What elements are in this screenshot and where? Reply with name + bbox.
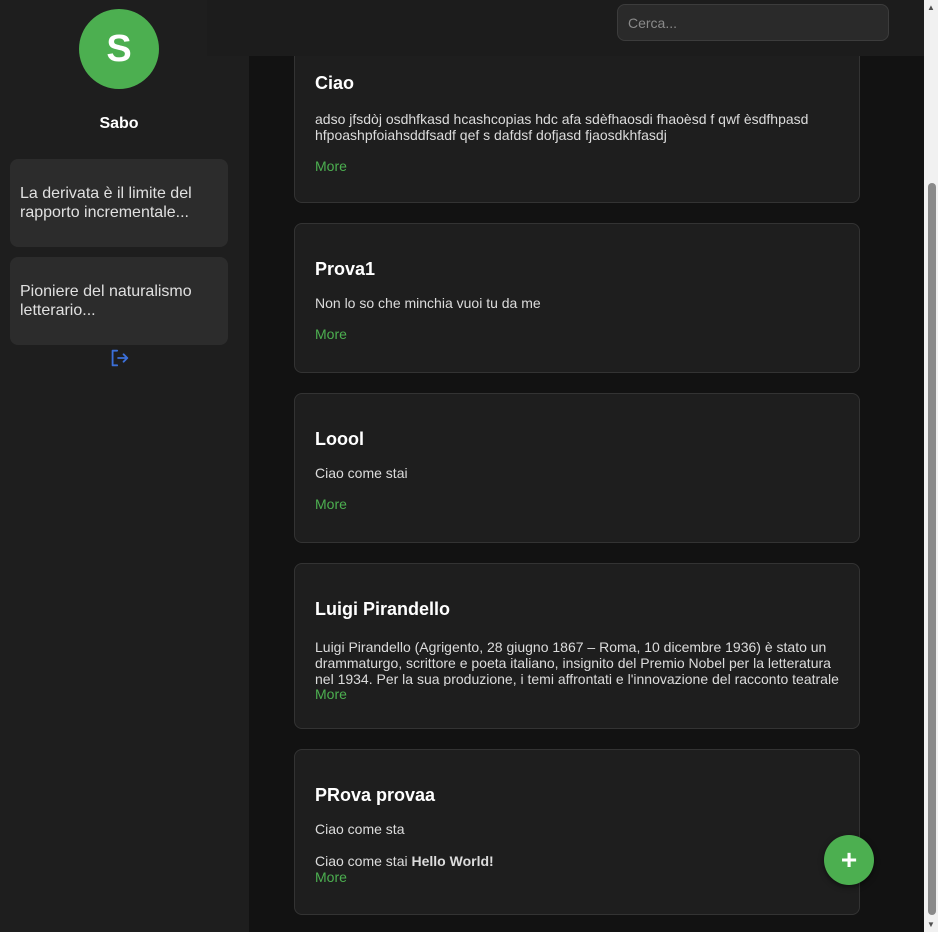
sidebar-note-label: La derivata è il limite del rapporto inc… bbox=[20, 185, 192, 221]
sidebar-note-card[interactable]: La derivata è il limite del rapporto inc… bbox=[10, 159, 228, 247]
post-body: Non lo so che minchia vuoi tu da me bbox=[315, 295, 541, 311]
post-body: adso jfsdòj osdhfkasd hcashcopias hdc af… bbox=[315, 111, 809, 143]
more-link[interactable]: More bbox=[315, 686, 347, 702]
post-body-line: Ciao come stai Hello World! bbox=[315, 853, 839, 869]
logout-icon[interactable] bbox=[108, 347, 130, 369]
search-input[interactable] bbox=[617, 4, 889, 41]
more-link[interactable]: More bbox=[315, 158, 347, 174]
avatar[interactable]: S bbox=[79, 9, 159, 89]
post-title: Luigi Pirandello bbox=[315, 599, 451, 619]
scroll-down-icon[interactable]: ▼ bbox=[926, 919, 936, 929]
sidebar-note-card[interactable]: Pioniere del naturalismo letterario... bbox=[10, 257, 228, 345]
post-body-text: Ciao come stai bbox=[315, 853, 412, 869]
post-title: Prova1 bbox=[315, 259, 376, 279]
post-card: Luigi Pirandello Luigi Pirandello (Agrig… bbox=[294, 563, 860, 729]
post-body: Ciao come sta Ciao come stai Hello World… bbox=[315, 821, 839, 869]
post-card: Prova1 Non lo so che minchia vuoi tu da … bbox=[294, 223, 860, 373]
post-card: PRova provaa Ciao come sta Ciao come sta… bbox=[294, 749, 860, 915]
username: Sabo bbox=[99, 115, 139, 132]
post-body: Ciao come stai bbox=[315, 465, 408, 481]
post-body-line: Ciao come sta bbox=[315, 821, 405, 837]
more-link[interactable]: More bbox=[315, 869, 347, 885]
post-body: Luigi Pirandello (Agrigento, 28 giugno 1… bbox=[315, 639, 839, 686]
post-title: Ciao bbox=[315, 73, 355, 93]
scrollbar-thumb[interactable] bbox=[928, 183, 936, 915]
top-bar bbox=[207, 0, 924, 56]
post-body-bold: Hello World! bbox=[411, 853, 494, 869]
sidebar: S Sabo La derivata è il limite del rappo… bbox=[0, 0, 249, 932]
more-link[interactable]: More bbox=[315, 496, 347, 512]
add-post-button[interactable]: + bbox=[824, 835, 874, 885]
post-title: Loool bbox=[315, 429, 364, 449]
post-title: PRova provaa bbox=[315, 785, 436, 805]
more-link[interactable]: More bbox=[315, 326, 347, 342]
scroll-up-icon[interactable]: ▲ bbox=[926, 2, 936, 12]
post-card: Loool Ciao come stai More bbox=[294, 393, 860, 543]
sidebar-note-label: Pioniere del naturalismo letterario... bbox=[20, 283, 192, 319]
